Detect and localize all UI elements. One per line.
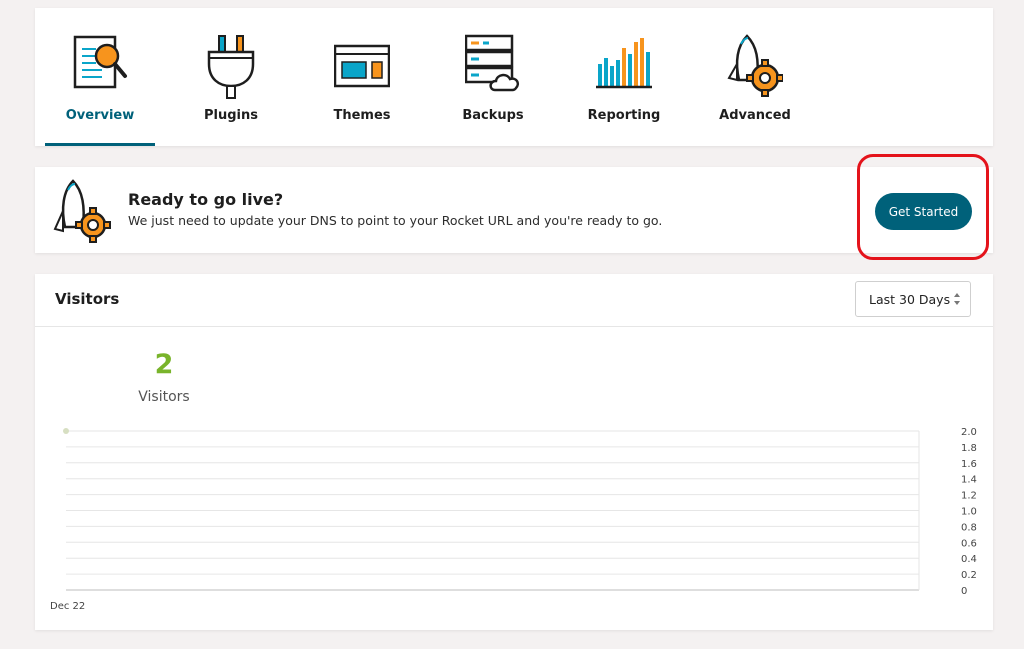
y-tick-label: 0 [961,586,967,597]
tab-plugins[interactable]: Plugins [176,8,286,146]
date-range-value: Last 30 Days [869,292,951,307]
y-tick-label: 1.6 [961,459,977,470]
bar-chart-icon [596,38,652,89]
tab-reporting[interactable]: Reporting [569,8,679,146]
go-live-banner: Ready to go live? We just need to update… [35,167,993,253]
tab-overview[interactable]: Overview [45,8,155,146]
visitors-header: Visitors Last 30 Days [35,274,993,327]
y-tick-label: 1.2 [961,491,977,502]
go-live-description: We just need to update your DNS to point… [128,213,663,228]
get-started-button[interactable]: Get Started [875,193,972,230]
visitor-count: 2 [154,349,174,380]
x-tick-label: Dec 22 [50,601,85,612]
tab-label: Plugins [204,108,258,123]
plug-icon [207,35,255,99]
tab-advanced[interactable]: Advanced [700,8,810,146]
browser-window-icon [334,44,390,88]
go-live-title: Ready to go live? [128,190,284,209]
visitor-count-label: Visitors [138,389,190,405]
y-tick-label: 0.6 [961,538,977,549]
rocket-gear-icon [727,34,783,97]
y-tick-label: 0.2 [961,570,977,581]
y-tick-label: 1.4 [961,475,977,486]
server-cloud-icon [465,34,519,92]
y-tick-label: 0.8 [961,522,977,533]
tab-themes[interactable]: Themes [307,8,417,146]
tab-label: Advanced [719,108,791,123]
sort-arrows-icon [954,293,960,305]
date-range-select[interactable]: Last 30 Days [855,281,971,317]
data-point [63,428,69,434]
visitors-title: Visitors [55,290,120,308]
tab-label: Themes [333,108,391,123]
magnifier-document-icon [73,35,127,89]
y-tick-label: 1.0 [961,507,977,518]
tab-label: Overview [65,108,135,123]
y-tick-label: 1.8 [961,443,977,454]
visitors-chart: 2.0 1.8 1.6 1.4 1.2 1.0 0.8 0.6 0.4 0.2 0 Dec 22 [50,427,977,612]
tab-label: Reporting [587,108,661,123]
product-nav: Overview Plugins Themes Backups Reportin… [35,8,993,146]
rocket-gear-icon [53,179,111,243]
tab-backups[interactable]: Backups [438,8,548,146]
active-tab-underline [45,143,155,146]
y-tick-label: 0.4 [961,554,977,565]
y-tick-label: 2.0 [961,427,977,438]
tab-label: Backups [462,108,524,123]
visitors-panel: Visitors Last 30 Days 2 Visitors 2.0 1.8 1… [35,274,993,630]
